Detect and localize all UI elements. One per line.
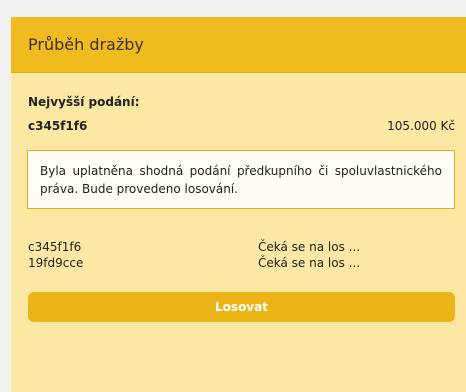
- highest-bid-row: c345f1f6 105.000 Kč: [28, 119, 455, 133]
- panel-body: Nejvyšší podání: c345f1f6 105.000 Kč Byl…: [11, 95, 466, 322]
- highest-bid-amount: 105.000 Kč: [387, 119, 455, 133]
- highest-bid-bidder: c345f1f6: [28, 119, 88, 133]
- lottery-status: Čeká se na los ...: [258, 240, 361, 254]
- auction-progress-panel: Průběh dražby Nejvyšší podání: c345f1f6 …: [11, 17, 466, 392]
- lottery-bidder: c345f1f6: [28, 240, 82, 254]
- panel-title: Průběh dražby: [28, 35, 144, 54]
- draw-lots-button[interactable]: Losovat: [28, 292, 455, 322]
- lottery-status: Čeká se na los ...: [258, 256, 361, 270]
- lottery-list: c345f1f6 Čeká se na los ... 19fd9cce Ček…: [28, 239, 455, 271]
- lottery-list-item: c345f1f6 Čeká se na los ...: [28, 239, 455, 255]
- highest-bid-label: Nejvyšší podání:: [28, 95, 140, 109]
- panel-header: Průběh dražby: [11, 17, 466, 73]
- lottery-notice: Byla uplatněna shodná podání předkupního…: [27, 150, 455, 209]
- lottery-bidder: 19fd9cce: [28, 256, 84, 270]
- lottery-notice-text: Byla uplatněna shodná podání předkupního…: [40, 164, 442, 196]
- lottery-list-item: 19fd9cce Čeká se na los ...: [28, 255, 455, 271]
